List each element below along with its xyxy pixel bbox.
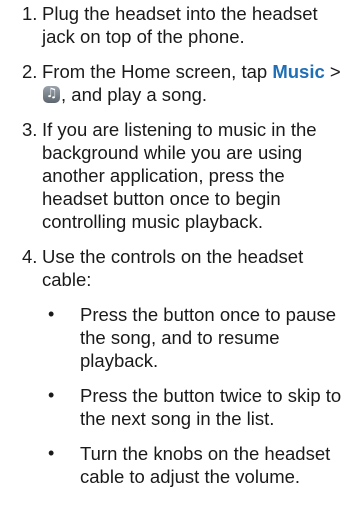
step-4: 4. Use the controls on the headset cable… xyxy=(2,245,353,500)
sub-list: • Press the button once to pause the son… xyxy=(42,303,353,488)
step-number: 3. xyxy=(22,119,38,140)
list-item-text: Turn the knobs on the headset cable to a… xyxy=(80,443,331,487)
step-text: From the Home screen, tap Music > , and … xyxy=(42,60,353,106)
step-text: Plug the headset into the headset jack o… xyxy=(42,3,318,47)
music-player-icon xyxy=(43,84,60,104)
step-text: Use the controls on the headset cable: xyxy=(42,246,304,290)
step-text: If you are listening to music in the bac… xyxy=(42,119,317,232)
list-item: • Press the button once to pause the son… xyxy=(42,303,353,372)
music-link-label: Music xyxy=(272,61,325,82)
step-2: 2. From the Home screen, tap Music > , a… xyxy=(2,60,353,106)
bullet: • xyxy=(48,443,55,463)
bullet: • xyxy=(48,304,55,324)
steps-list: 1. Plug the headset into the headset jac… xyxy=(2,2,353,500)
list-item: • Press the button twice to skip to the … xyxy=(42,384,353,430)
list-item-text: Press the button twice to skip to the ne… xyxy=(80,385,342,429)
bullet: • xyxy=(48,385,55,405)
step-1: 1. Plug the headset into the headset jac… xyxy=(2,2,353,48)
step-number: 2. xyxy=(22,61,38,82)
list-item: • Turn the knobs on the headset cable to… xyxy=(42,442,353,488)
instructions-page: 1. Plug the headset into the headset jac… xyxy=(0,0,359,529)
step-number: 4. xyxy=(22,246,38,267)
step-3: 3. If you are listening to music in the … xyxy=(2,118,353,233)
list-item-text: Press the button once to pause the song,… xyxy=(80,304,337,371)
step-number: 1. xyxy=(22,3,38,24)
